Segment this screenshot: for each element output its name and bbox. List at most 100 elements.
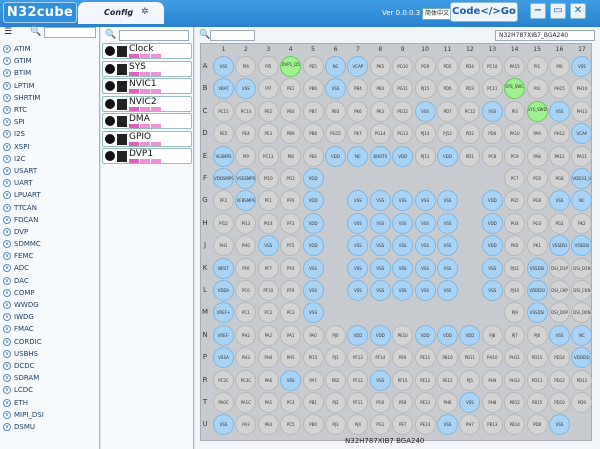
pin-N7[interactable]: VDD xyxy=(347,324,369,346)
pin-J8[interactable]: VSS xyxy=(369,235,391,257)
pin-G15[interactable]: PG6 xyxy=(526,190,548,212)
pin-K5[interactable]: VSS xyxy=(302,257,324,279)
maximize-button[interactable]: ▭ xyxy=(550,3,566,19)
pin-P14[interactable]: PH11 xyxy=(504,347,526,369)
pin-N6[interactable]: PJ0 xyxy=(325,324,346,346)
pin-L16[interactable]: DSI_CKP xyxy=(549,280,570,301)
module-item[interactable]: v LPUART xyxy=(0,189,100,201)
pin-R6[interactable]: PB2 xyxy=(325,369,346,391)
pin-P1[interactable]: VSSA xyxy=(213,347,234,369)
pin-N12[interactable]: VDD xyxy=(459,324,481,346)
pin-F15[interactable]: PC6 xyxy=(526,168,548,189)
pin-L15[interactable]: VDDDSI xyxy=(526,280,548,301)
pin-D12[interactable]: PD2 xyxy=(459,123,481,145)
pin-B10[interactable]: PJ15 xyxy=(414,78,436,100)
pin-K14[interactable]: PJ11 xyxy=(504,257,526,279)
system-module-nvic1[interactable]: NVIC1 xyxy=(102,78,192,94)
pin-P10[interactable]: PE11 xyxy=(414,347,436,369)
pin-J2[interactable]: PH0 xyxy=(235,235,257,257)
pin-H16[interactable]: PG2 xyxy=(549,212,570,234)
module-item[interactable]: v LCDC xyxy=(0,384,100,396)
pin-P2[interactable]: PH3 xyxy=(235,347,257,369)
pin-U13[interactable]: PB13 xyxy=(481,414,503,436)
pin-J3[interactable]: VSS xyxy=(257,235,279,257)
pin-P15[interactable]: PD15 xyxy=(526,347,548,369)
pin-H14[interactable]: PG4 xyxy=(504,212,526,234)
pin-R4[interactable]: VSS xyxy=(280,369,302,391)
pin-E7[interactable]: NC xyxy=(347,145,369,167)
pin-F5[interactable]: VDD xyxy=(302,168,324,189)
pin-L3[interactable]: PF10 xyxy=(257,280,279,301)
pin-F2[interactable]: VSSSMPS xyxy=(235,168,257,189)
pin-U10[interactable]: PE14 xyxy=(414,414,436,436)
pin-R14[interactable]: PH12 xyxy=(504,369,526,391)
pin-P11[interactable]: PB10 xyxy=(437,347,458,369)
system-module-nvic2[interactable]: NVIC2 xyxy=(102,95,192,112)
pin-D16[interactable]: PH12 xyxy=(549,123,570,145)
pin-C13[interactable]: VSS xyxy=(481,100,503,122)
pin-P12[interactable]: PB11 xyxy=(459,347,481,369)
module-item[interactable]: v ATIM xyxy=(0,43,100,55)
pin-H8[interactable]: VSS xyxy=(369,212,391,234)
pin-M1[interactable]: VREF+ xyxy=(213,302,234,324)
pin-G13[interactable]: VDD xyxy=(481,190,503,212)
pin-K17[interactable]: DSI_D1N xyxy=(571,257,593,279)
pin-T16[interactable]: PD10 xyxy=(549,392,570,413)
module-item[interactable]: v USBHS xyxy=(0,348,100,360)
pin-G10[interactable]: VSS xyxy=(414,190,436,212)
search-input[interactable] xyxy=(119,30,189,41)
module-item[interactable]: v XSPI xyxy=(0,141,100,153)
pin-A9[interactable]: PG10 xyxy=(392,56,414,77)
pin-N3[interactable]: PA2 xyxy=(257,324,279,346)
part-select[interactable]: N32H787XIB7_BGA240 xyxy=(495,30,595,41)
pin-R10[interactable]: PE12 xyxy=(414,369,436,391)
pin-T15[interactable]: PB15 xyxy=(526,392,548,413)
pin-R12[interactable]: PJ5 xyxy=(459,369,481,391)
pin-U9[interactable]: PE7 xyxy=(392,414,414,436)
pin-B17[interactable]: PH14 xyxy=(571,78,593,100)
module-item[interactable]: v FEMC xyxy=(0,250,100,262)
pin-K1[interactable]: NRST xyxy=(213,257,234,279)
pin-C16[interactable]: VSS xyxy=(549,100,570,122)
module-item[interactable]: v BTIM xyxy=(0,67,100,79)
pin-E9[interactable]: VDD xyxy=(392,145,414,167)
module-item[interactable]: v RTC xyxy=(0,104,100,116)
pin-H13[interactable]: VDD xyxy=(481,212,503,234)
pin-T9[interactable]: PE8 xyxy=(392,392,414,413)
module-item[interactable]: v SDRAM xyxy=(0,372,100,384)
pin-K7[interactable]: VSS xyxy=(347,257,369,279)
pin-U2[interactable]: PA3 xyxy=(235,414,257,436)
pin-T5[interactable]: PB1 xyxy=(302,392,324,413)
pin-B4[interactable]: PE1 xyxy=(280,78,302,100)
system-module-gpio[interactable]: GPIO xyxy=(102,130,192,147)
pin-C17[interactable]: PH13 xyxy=(571,100,593,122)
pin-N16[interactable]: VSS xyxy=(549,324,570,346)
pin-N13[interactable]: PJ8 xyxy=(481,324,503,346)
pin-E3[interactable]: PC13 xyxy=(257,145,279,167)
pin-G2[interactable]: VFBSMPS xyxy=(235,190,257,212)
pin-A10[interactable]: PG9 xyxy=(414,56,436,77)
pin-C10[interactable]: VSS xyxy=(414,100,436,122)
pin-T4[interactable]: PC4 xyxy=(280,392,302,413)
pin-L9[interactable]: VSS xyxy=(392,280,414,301)
pin-T1[interactable]: PA0C xyxy=(213,392,234,413)
pin-D4[interactable]: PB9 xyxy=(280,123,302,145)
tab-config[interactable]: Config ✲ xyxy=(78,2,164,24)
pin-U16[interactable]: VSS xyxy=(549,414,570,436)
pin-K15[interactable]: VSSDSI xyxy=(526,257,548,279)
pin-E4[interactable]: PI8 xyxy=(280,145,302,167)
system-module-sys[interactable]: SYS xyxy=(102,60,192,77)
module-item[interactable]: v DAC xyxy=(0,275,100,287)
module-item[interactable]: v CORDIC xyxy=(0,336,100,348)
pin-M15[interactable]: VSSDSI xyxy=(526,302,548,324)
pin-E10[interactable]: PJ13 xyxy=(414,145,436,167)
pin-J15[interactable]: PK1 xyxy=(526,235,548,257)
pin-C2[interactable]: PC14 xyxy=(235,100,257,122)
pin-J17[interactable]: VSSDSI xyxy=(571,235,593,257)
pin-R11[interactable]: PE15 xyxy=(437,369,458,391)
pin-B11[interactable]: PD6 xyxy=(437,78,458,100)
module-item[interactable]: v MIPI_DSI xyxy=(0,409,100,421)
pin-T7[interactable]: PF11 xyxy=(347,392,369,413)
pin-G5[interactable]: VDD xyxy=(302,190,324,212)
pin-T13[interactable]: PH8 xyxy=(481,392,503,413)
